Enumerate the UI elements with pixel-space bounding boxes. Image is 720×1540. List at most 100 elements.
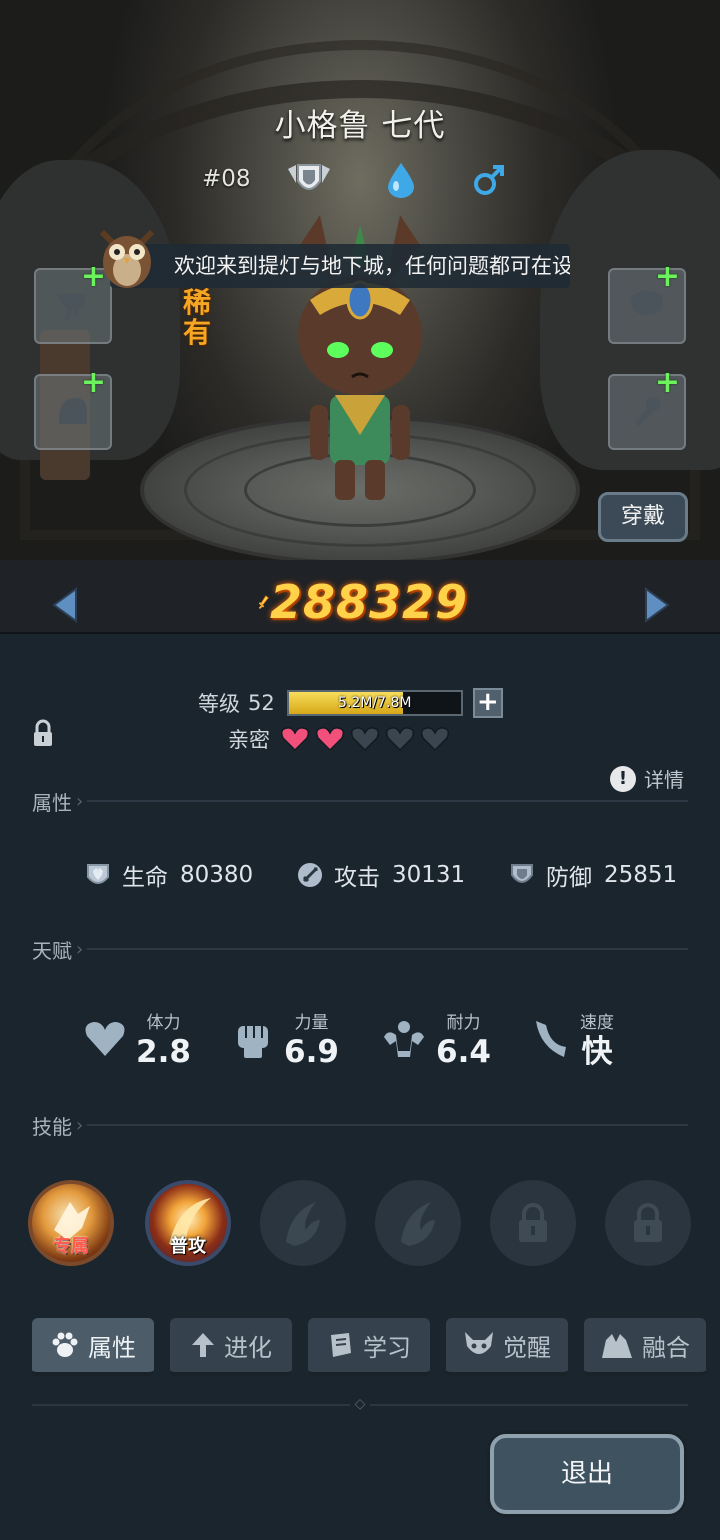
demon-icon (465, 1332, 493, 1354)
section-title: 技能 (32, 1114, 72, 1139)
lock-icon (634, 1203, 662, 1242)
lock-icon (519, 1203, 547, 1242)
section-header-skills: 技能 › (32, 1110, 688, 1140)
skill-slot-exclusive[interactable]: 专属 (28, 1180, 114, 1266)
intimacy-label: 亲密 (228, 728, 270, 752)
tab-label: 属性 (88, 1333, 136, 1362)
heart-empty-icon (385, 727, 415, 752)
section-header-attributes: 属性 › (32, 786, 688, 816)
attr-hp: 生命 80380 (84, 858, 253, 892)
heart-filled-icon (280, 727, 310, 752)
water-drop-icon[interactable] (378, 160, 424, 200)
tab-label: 进化 (224, 1333, 272, 1362)
talent-value: 2.8 (136, 1033, 191, 1070)
attr-value: 25851 (604, 862, 678, 888)
tab-attributes[interactable]: 属性 (32, 1318, 154, 1376)
evolve-arrow-icon (192, 1333, 214, 1357)
combat-power-value: 288329 (269, 575, 468, 629)
level-label: 等级 (198, 692, 240, 716)
add-icon: + (654, 365, 680, 400)
tab-label: 融合 (642, 1333, 690, 1362)
level-up-plus-button[interactable]: + (472, 688, 503, 718)
talent-value: 6.9 (284, 1033, 339, 1070)
tab-label: 觉醒 (503, 1333, 551, 1362)
tab-label: 学习 (363, 1333, 411, 1362)
xp-bar: 5.2M/7.8M (286, 690, 463, 716)
heart-empty-icon (420, 727, 450, 752)
skill-slot-empty[interactable] (375, 1180, 461, 1266)
next-character-arrow-icon[interactable] (642, 585, 672, 625)
intimacy-hearts (280, 726, 455, 752)
character-number: #08 (202, 166, 251, 192)
talents-row: 体力 2.8 力量 6.9 耐力 6.4 速度快 (84, 1004, 664, 1074)
heart-icon (85, 1022, 125, 1056)
talent-value: 6.4 (436, 1033, 491, 1070)
attr-label: 生命 (122, 865, 168, 891)
wear-button[interactable]: 穿戴 (598, 492, 688, 542)
skill-placeholder-icon (401, 1202, 435, 1246)
heart-filled-icon (315, 727, 345, 752)
section-line (87, 1124, 688, 1126)
attr-attack: 攻击 30131 (296, 858, 465, 892)
tab-evolve[interactable]: 进化 (170, 1318, 292, 1376)
sword-icon (298, 863, 322, 887)
attr-defense: 防御 25851 (508, 858, 677, 892)
talent-label: 速度 (580, 1012, 614, 1033)
attr-label: 攻击 (334, 865, 380, 891)
skill-slot-empty[interactable] (260, 1180, 346, 1266)
talent-label: 耐力 (446, 1012, 481, 1033)
add-icon: + (80, 365, 106, 400)
heart-shield-icon (87, 864, 109, 884)
level-row: 等级 52 5.2M/7.8M + (198, 688, 503, 718)
tab-learn[interactable]: 学习 (308, 1318, 430, 1376)
diamond-icon: ◇ (350, 1396, 370, 1414)
fusion-icon (602, 1334, 632, 1358)
level-value: 52 (248, 691, 275, 715)
attr-label: 防御 (546, 865, 592, 891)
power-sword-icon (258, 595, 270, 609)
welcome-toast: 欢迎来到提灯与地下城，任何问题都可在设置 (110, 244, 570, 288)
heart-empty-icon (350, 727, 380, 752)
skill-placeholder-icon (286, 1202, 320, 1246)
chevron-right-icon: › (76, 790, 84, 812)
intimacy-row: 亲密 (228, 724, 455, 754)
talent-strength: 力量 6.9 (234, 1004, 339, 1074)
equip-slot-helmet[interactable]: + (34, 368, 112, 450)
skill-slot-basic-attack[interactable]: 普攻 (145, 1180, 231, 1266)
bottom-tabs: 属性 进化 学习 觉醒 融合 (32, 1318, 708, 1378)
shield-icon (511, 864, 533, 883)
section-header-talents: 天赋 › (32, 934, 688, 964)
equip-slot-accessory[interactable]: + (608, 368, 686, 450)
lock-icon[interactable] (32, 718, 54, 748)
section-line (87, 800, 688, 802)
talent-endurance: 耐力 6.4 (382, 1004, 491, 1074)
skill-slot-locked[interactable] (490, 1180, 576, 1266)
tab-fusion[interactable]: 融合 (584, 1318, 706, 1376)
talent-label: 体力 (146, 1012, 181, 1033)
section-title: 属性 (32, 790, 72, 815)
male-gender-icon[interactable] (466, 160, 512, 200)
talent-speed: 速度快 (530, 1004, 614, 1074)
attr-value: 30131 (392, 862, 466, 888)
owl-avatar-icon (99, 229, 155, 288)
muscle-icon (384, 1021, 424, 1057)
xp-text: 5.2M/7.8M (338, 695, 412, 711)
tab-awaken[interactable]: 觉醒 (446, 1318, 568, 1376)
add-icon: + (654, 259, 680, 294)
equip-slot-armor[interactable]: + (608, 262, 686, 344)
character-scene: 小格鲁 七代 #08 稀有 + + + + 欢迎来到提灯与地下城，任何问题都可在… (0, 0, 720, 632)
combat-power: 288329 (258, 572, 468, 632)
prev-character-arrow-icon[interactable] (50, 585, 80, 625)
chevron-right-icon: › (76, 1114, 84, 1136)
shield-wings-icon[interactable] (286, 160, 332, 200)
section-title: 天赋 (32, 938, 72, 963)
talent-label: 力量 (294, 1012, 329, 1033)
chevron-right-icon: › (76, 938, 84, 960)
exit-button[interactable]: 退出 (490, 1434, 684, 1514)
paw-icon (52, 1332, 78, 1357)
skills-row: 专属 普攻 (28, 1180, 698, 1270)
fist-icon (238, 1026, 268, 1058)
skill-tag: 普攻 (170, 1236, 206, 1257)
skill-slot-locked[interactable] (605, 1180, 691, 1266)
wing-icon (536, 1021, 566, 1057)
